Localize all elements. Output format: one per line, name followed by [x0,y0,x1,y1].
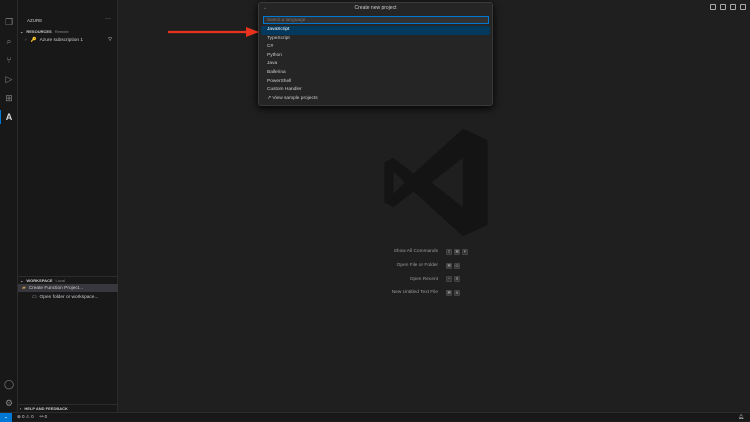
folder-icon: ▰ [22,285,26,291]
hint-open-recent: Open Recent ^ R [360,272,510,286]
azure-icon[interactable]: A [3,111,15,123]
welcome-shortcuts: Show All Commands ⇧ ⌘ P Open File or Folder… [360,245,510,300]
language-option-python[interactable]: Python [261,52,490,61]
language-search-input[interactable] [263,16,489,24]
toggle-primary-sidebar-icon[interactable] [710,4,716,10]
key: O [454,262,460,269]
key: ⌘ [446,289,452,296]
subscription-label: Azure subscription 1 [39,37,84,43]
language-option-custom-handler[interactable]: Custom Handler [261,86,490,95]
azure-sidebar: AZURE ··· ⌄ RESOURCES Remote › 🔑 Azure sub… [18,0,118,412]
red-annotation-arrow [168,27,259,37]
toggle-secondary-sidebar-icon[interactable] [730,4,736,10]
language-option-ballerina[interactable]: Ballerina [261,69,490,78]
back-arrow-icon[interactable]: ← [263,3,268,14]
source-control-icon[interactable]: ⑂ [3,54,15,66]
folder-outline-icon: ▭ [32,294,37,300]
toggle-panel-icon[interactable] [720,4,726,10]
section-sub: Remote [54,29,69,34]
hint-label: Open File or Folder [396,263,438,269]
language-option-powershell[interactable]: PowerShell [261,78,490,87]
key: ^ [446,276,452,283]
warning-count: 0 [31,414,34,419]
item-label: Create Function Project... [28,285,84,291]
customize-layout-icon[interactable] [740,4,746,10]
language-option-javascript[interactable]: JavaScript [261,26,490,35]
vscode-watermark-logo [384,128,488,237]
ports-indicator[interactable]: ⚯ 0 [40,414,48,420]
item-label: Open folder or workspace... [39,294,99,300]
key: N [454,289,460,296]
key: P [462,248,468,255]
run-debug-icon[interactable]: ▷ [3,73,15,85]
key-icon: 🔑 [30,37,37,43]
section-label: WORKSPACE [26,278,53,283]
help-feedback-section-header[interactable]: › HELP AND FEEDBACK [20,406,68,411]
workspace-section-header[interactable]: ⌄ WORKSPACE Local [20,278,65,283]
hint-show-all-commands: Show All Commands ⇧ ⌘ P [360,245,510,259]
search-icon[interactable]: ⌕ [3,35,15,47]
explorer-icon[interactable]: ❐ [3,16,15,28]
link-label: View sample projects [272,95,318,101]
key: ⌘ [446,262,452,269]
filter-icon[interactable]: ⛛ [108,37,112,43]
sidebar-title: AZURE [27,18,43,23]
error-count: 0 [22,414,25,419]
chevron-right-icon: › [25,37,27,43]
tree-item-subscription[interactable]: › 🔑 Azure subscription 1 ⛛ [18,36,118,44]
hint-label: New Untitled Text File [391,290,438,296]
ports-count: 0 [44,414,48,419]
title-text: Create new project [354,5,397,11]
hint-label: Show All Commands [393,249,438,255]
key: ⇧ [446,248,452,255]
active-indicator [0,110,1,124]
resources-section-header[interactable]: ⌄ RESOURCES Remote [20,29,69,34]
extensions-icon[interactable]: ⊞ [3,92,15,104]
section-label: RESOURCES [26,29,52,34]
hint-open-file: Open File or Folder ⌘ O [360,259,510,273]
section-label: HELP AND FEEDBACK [24,406,68,411]
layout-controls [710,4,746,10]
account-icon[interactable]: ◯ [3,378,15,390]
key: R [454,276,460,283]
language-option-typescript[interactable]: TypeScript [261,35,490,44]
settings-gear-icon[interactable]: ⚙ [3,397,15,409]
quick-pick-title: ← Create new project [259,3,492,14]
hint-label: Open Recent [409,276,438,282]
key: ⌘ [454,248,460,255]
create-function-project-item[interactable]: ▰ Create Function Project... [18,284,118,292]
language-option-csharp[interactable]: C# [261,43,490,52]
activity-bar: ❐ ⌕ ⑂ ▷ ⊞ A ◯ ⚙ [0,0,18,412]
remote-indicator-icon[interactable]: ⌁ [0,412,12,422]
notifications-bell-icon[interactable]: 🔔︎ [738,414,744,420]
view-sample-projects-link[interactable]: ↗ View sample projects [261,95,490,104]
open-folder-item[interactable]: ▭ Open folder or workspace... [18,293,118,301]
hint-new-file: New Untitled Text File ⌘ N [360,286,510,300]
language-option-java[interactable]: Java [261,60,490,69]
more-actions-icon[interactable]: ··· [105,16,111,22]
status-bar: ⌁ ⊗ 0 ⚠ 0 ⚯ 0 🔔︎ [0,412,750,422]
quick-pick-create-project: ← Create new project JavaScript TypeScrip… [258,2,493,106]
section-sub: Local [55,278,66,283]
problems-indicator[interactable]: ⊗ 0 ⚠ 0 [17,414,34,420]
